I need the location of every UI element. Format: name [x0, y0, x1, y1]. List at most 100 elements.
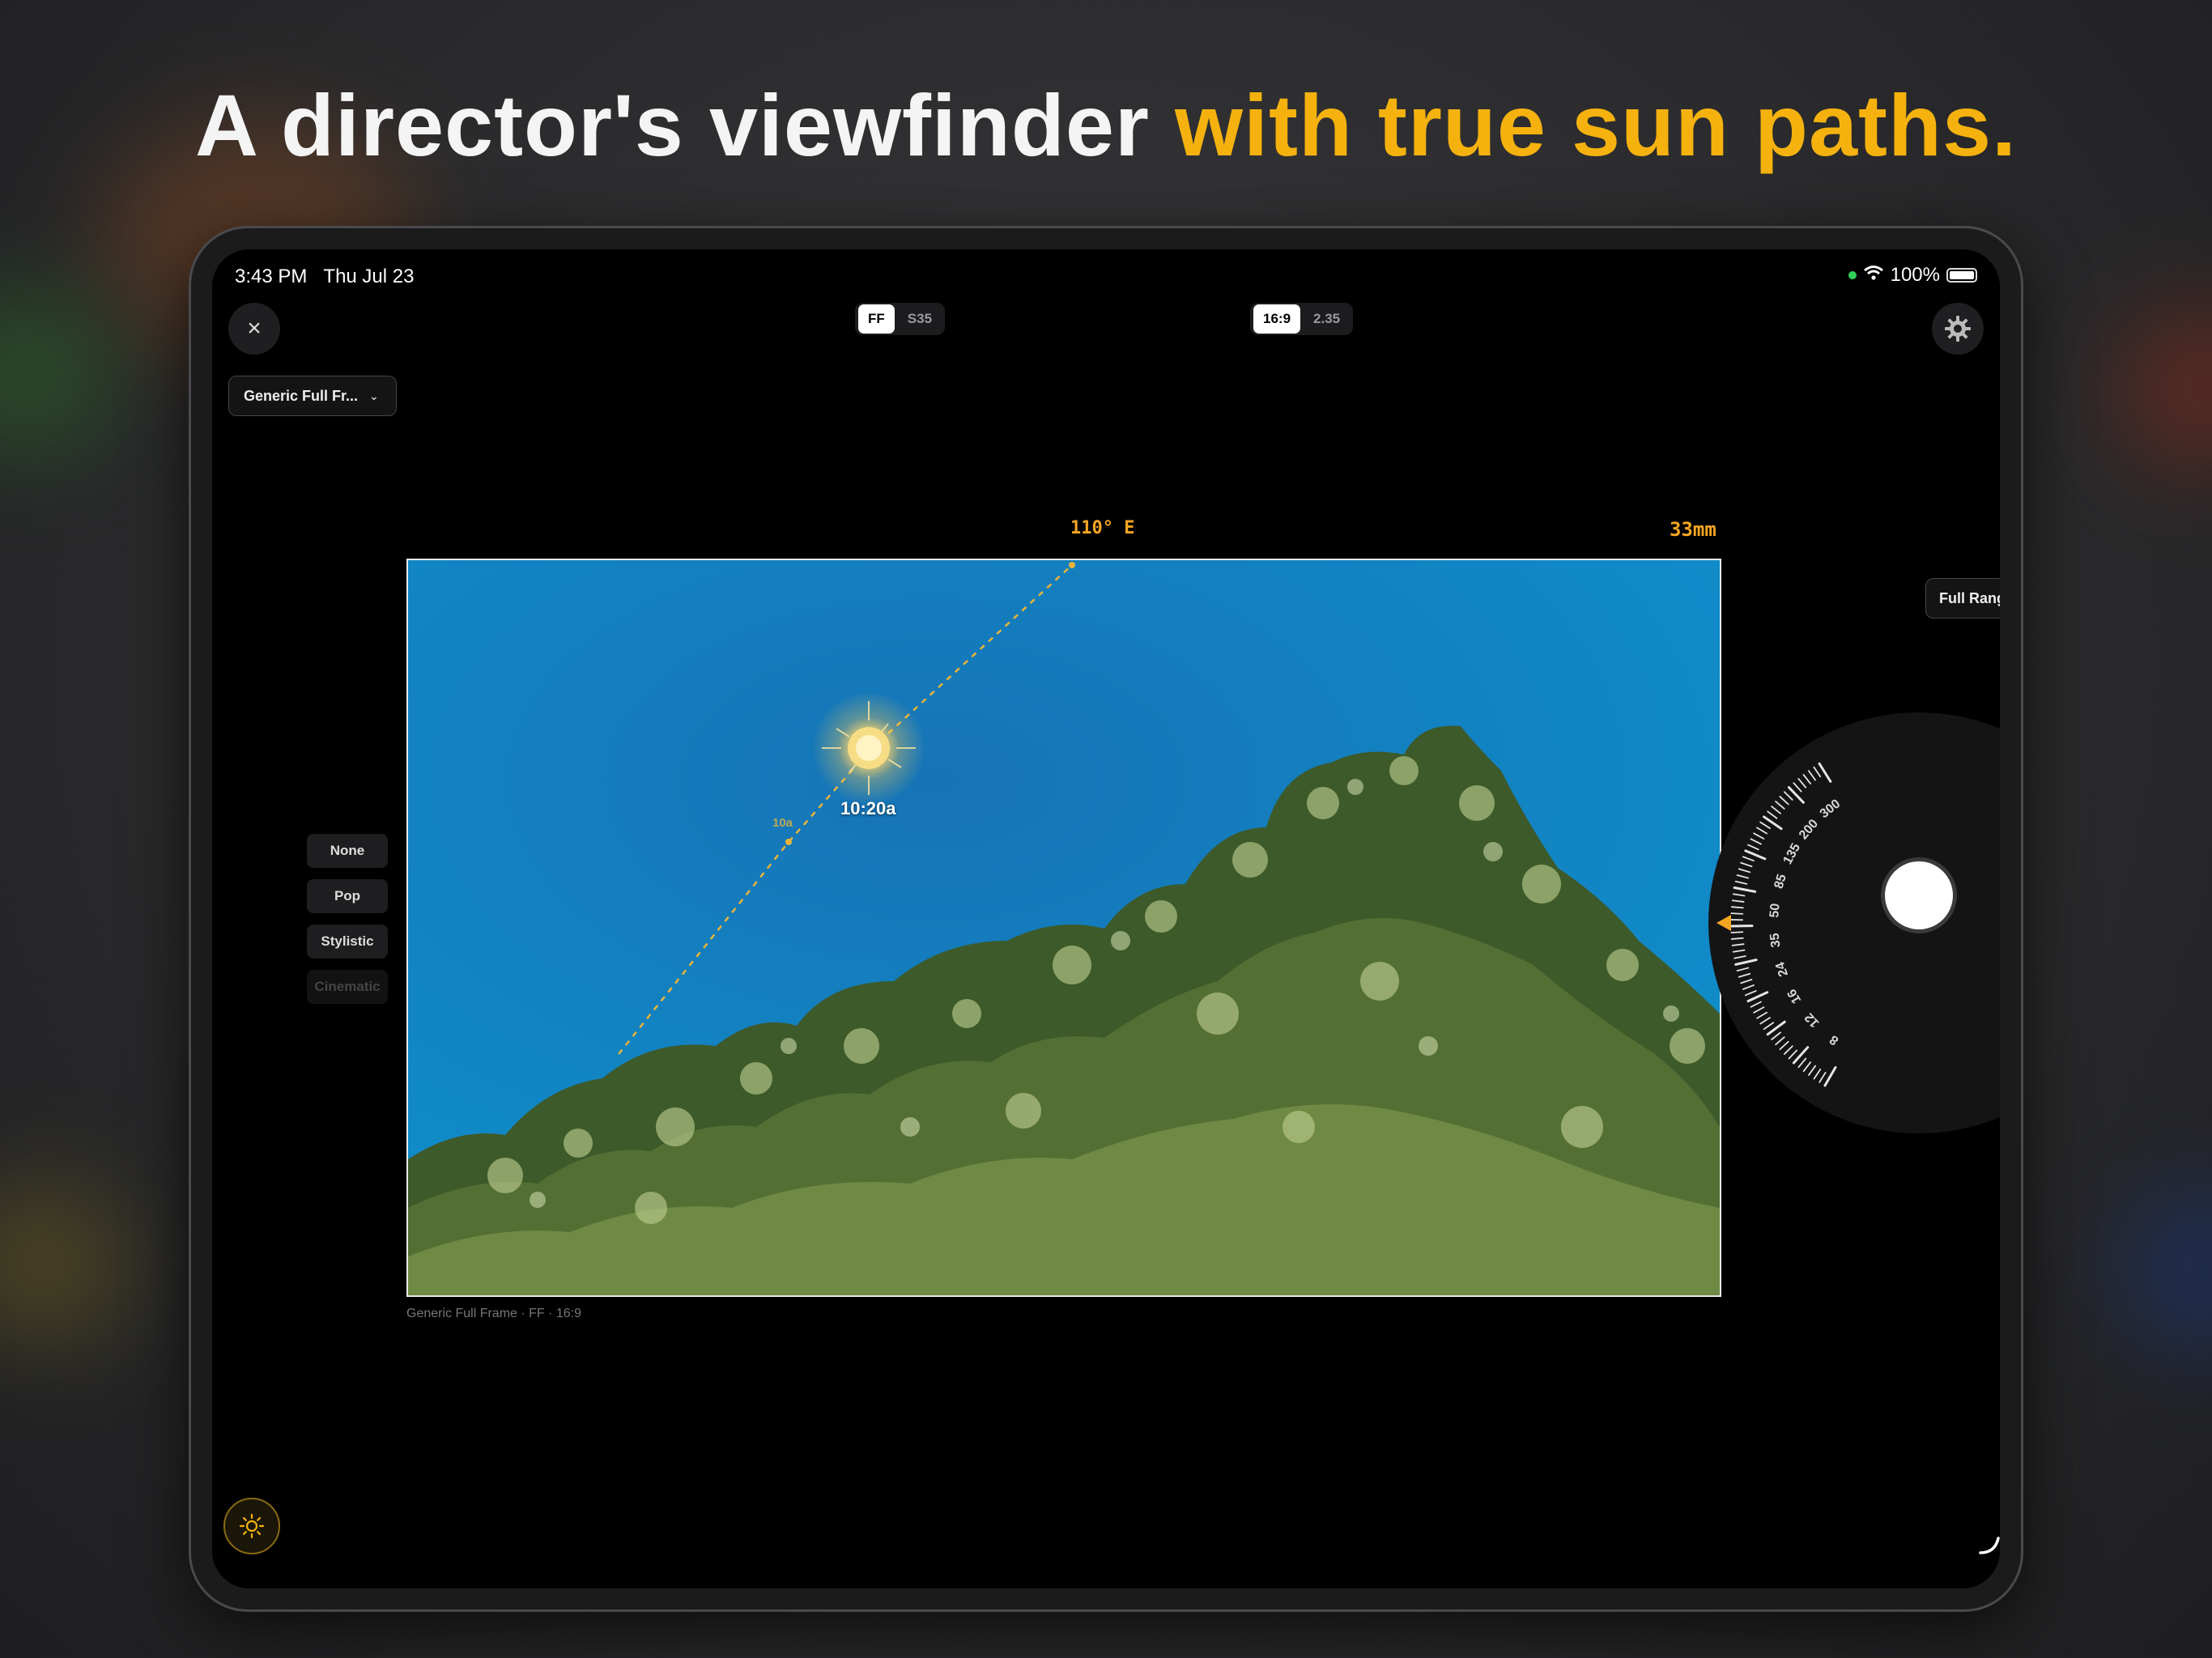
- sensor-option-ff[interactable]: FF: [858, 304, 895, 334]
- status-clock: 3:43 PM Thu Jul 23: [235, 266, 414, 288]
- background-blur: [0, 291, 113, 453]
- dial-tick: [1750, 1001, 1762, 1008]
- dial-tick: [1783, 1045, 1793, 1055]
- dial-tick: [1753, 1006, 1765, 1014]
- viewfinder-frame[interactable]: 10:20a 10a: [406, 559, 1721, 1297]
- dial-focal-label: 135: [1780, 841, 1803, 867]
- sun-mode-button[interactable]: [223, 1498, 280, 1554]
- range-select[interactable]: Full Range ⌄: [1925, 578, 2000, 619]
- focal-length-dial[interactable]: 8 12 16 24 35 50 85 135 200 300: [1708, 712, 2000, 1133]
- range-label: Full Range: [1939, 589, 2000, 606]
- dial-tick: [1744, 989, 1757, 997]
- dial-tick: [1756, 1011, 1768, 1019]
- dial-tick: [1779, 796, 1789, 806]
- look-preset-stylistic[interactable]: Stylistic: [307, 925, 388, 959]
- frame-caption: Generic Full Frame · FF · 16:9: [406, 1307, 582, 1320]
- focal-length-readout: 33mm: [1670, 518, 1716, 541]
- dial-focal-label: 8: [1827, 1032, 1841, 1048]
- dial-tick: [1730, 906, 1744, 909]
- headline-accent: with true sun paths.: [1174, 76, 2018, 174]
- dial-tick: [1797, 1057, 1807, 1069]
- camera-body-label: Generic Full Fr...: [244, 387, 359, 404]
- status-date: Thu Jul 23: [323, 266, 415, 287]
- dial-tick: [1759, 821, 1771, 829]
- settings-button[interactable]: [1932, 303, 1984, 355]
- dial-tick: [1732, 893, 1746, 897]
- sun-time-label: 10:20a: [840, 798, 896, 818]
- battery-percent: 100%: [1890, 264, 1940, 286]
- dial-tick: [1736, 874, 1750, 879]
- close-button[interactable]: ×: [228, 303, 280, 355]
- dial-focal-label: 300: [1818, 797, 1844, 821]
- dial-tick: [1787, 786, 1805, 804]
- sun-mode-icon: [239, 1513, 265, 1539]
- shutter-button[interactable]: [1885, 861, 1953, 929]
- dial-ticks: 812 16 24 35 50 85 135200300: [1716, 762, 1844, 1087]
- camera-body-select[interactable]: Generic Full Fr... ⌄: [228, 376, 397, 416]
- look-preset-pop[interactable]: Pop: [307, 879, 388, 913]
- dial-focal-label: 85: [1772, 873, 1789, 891]
- dial-tick: [1813, 1068, 1822, 1080]
- sensor-option-s35[interactable]: S35: [898, 304, 942, 334]
- aspect-option-16-9[interactable]: 16:9: [1253, 304, 1301, 334]
- aspect-option-2-35[interactable]: 2.35: [1304, 304, 1350, 334]
- dial-tick: [1792, 1046, 1810, 1065]
- dial-tick: [1808, 1065, 1817, 1076]
- battery-icon: [1946, 268, 1977, 283]
- dial-tick: [1802, 1061, 1812, 1073]
- dial-tick: [1730, 912, 1744, 915]
- dial-tick: [1797, 778, 1807, 789]
- dial-tick: [1807, 770, 1816, 781]
- dial-tick: [1736, 967, 1750, 972]
- headline-white: A director's viewfinder: [194, 76, 1175, 174]
- dial-focal-label: 50: [1767, 903, 1782, 918]
- dial-tick: [1738, 868, 1751, 874]
- dial-tick: [1763, 1022, 1775, 1031]
- viewfinder-image: [408, 560, 1720, 1295]
- dial-tick: [1771, 1031, 1781, 1040]
- heading-readout: 110° E: [1070, 518, 1135, 538]
- dial-tick: [1731, 899, 1745, 903]
- status-bar: 3:43 PM Thu Jul 23 100%: [235, 259, 1977, 291]
- marketing-headline: A director's viewfinder with true sun pa…: [0, 74, 2212, 176]
- dial-tick: [1731, 943, 1745, 946]
- sun-hour-label: 10a: [772, 816, 793, 830]
- wifi-icon: [1863, 264, 1884, 287]
- dial-tick: [1823, 1065, 1837, 1087]
- background-blur: [2121, 1182, 2212, 1360]
- dial-focal-label: 200: [1797, 817, 1821, 842]
- dial-tick: [1767, 810, 1778, 819]
- look-preset-cinematic: Cinematic: [307, 970, 388, 1004]
- dial-tick: [1742, 856, 1755, 862]
- dial-tick: [1738, 972, 1751, 978]
- aspect-ratio-toggle[interactable]: 16:9 2.35: [1250, 303, 1354, 335]
- dial-tick: [1775, 801, 1785, 810]
- dial-tick: [1730, 931, 1744, 933]
- ipad-device: 3:43 PM Thu Jul 23 100% × FF S35 16:9 2.…: [191, 228, 2021, 1609]
- sensor-format-toggle[interactable]: FF S35: [855, 303, 946, 335]
- dial-tick: [1819, 1072, 1827, 1083]
- dial-tick: [1779, 1040, 1789, 1051]
- dial-tick: [1783, 791, 1793, 801]
- dial-tick: [1813, 766, 1822, 778]
- dial-tick: [1756, 827, 1768, 835]
- dial-pointer-icon: [1716, 915, 1731, 931]
- dial-focal-label: 12: [1802, 1010, 1823, 1031]
- dial-tick: [1734, 959, 1758, 966]
- app-screen: 3:43 PM Thu Jul 23 100% × FF S35 16:9 2.…: [212, 249, 2000, 1588]
- dial-tick: [1788, 1049, 1798, 1060]
- dial-tick: [1771, 806, 1781, 814]
- status-indicators: 100%: [1848, 264, 1977, 287]
- dial-tick: [1742, 984, 1755, 990]
- dial-tick: [1730, 937, 1744, 940]
- dial-tick: [1732, 949, 1746, 953]
- dial-tick: [1753, 832, 1765, 840]
- dial-tick: [1740, 978, 1753, 984]
- dial-tick: [1747, 844, 1759, 851]
- look-preset-none[interactable]: None: [307, 834, 388, 868]
- dial-tick: [1733, 955, 1746, 959]
- dial-tick: [1818, 762, 1832, 783]
- dial-tick: [1793, 782, 1802, 793]
- dial-tick: [1734, 880, 1748, 885]
- dial-tick: [1750, 838, 1762, 845]
